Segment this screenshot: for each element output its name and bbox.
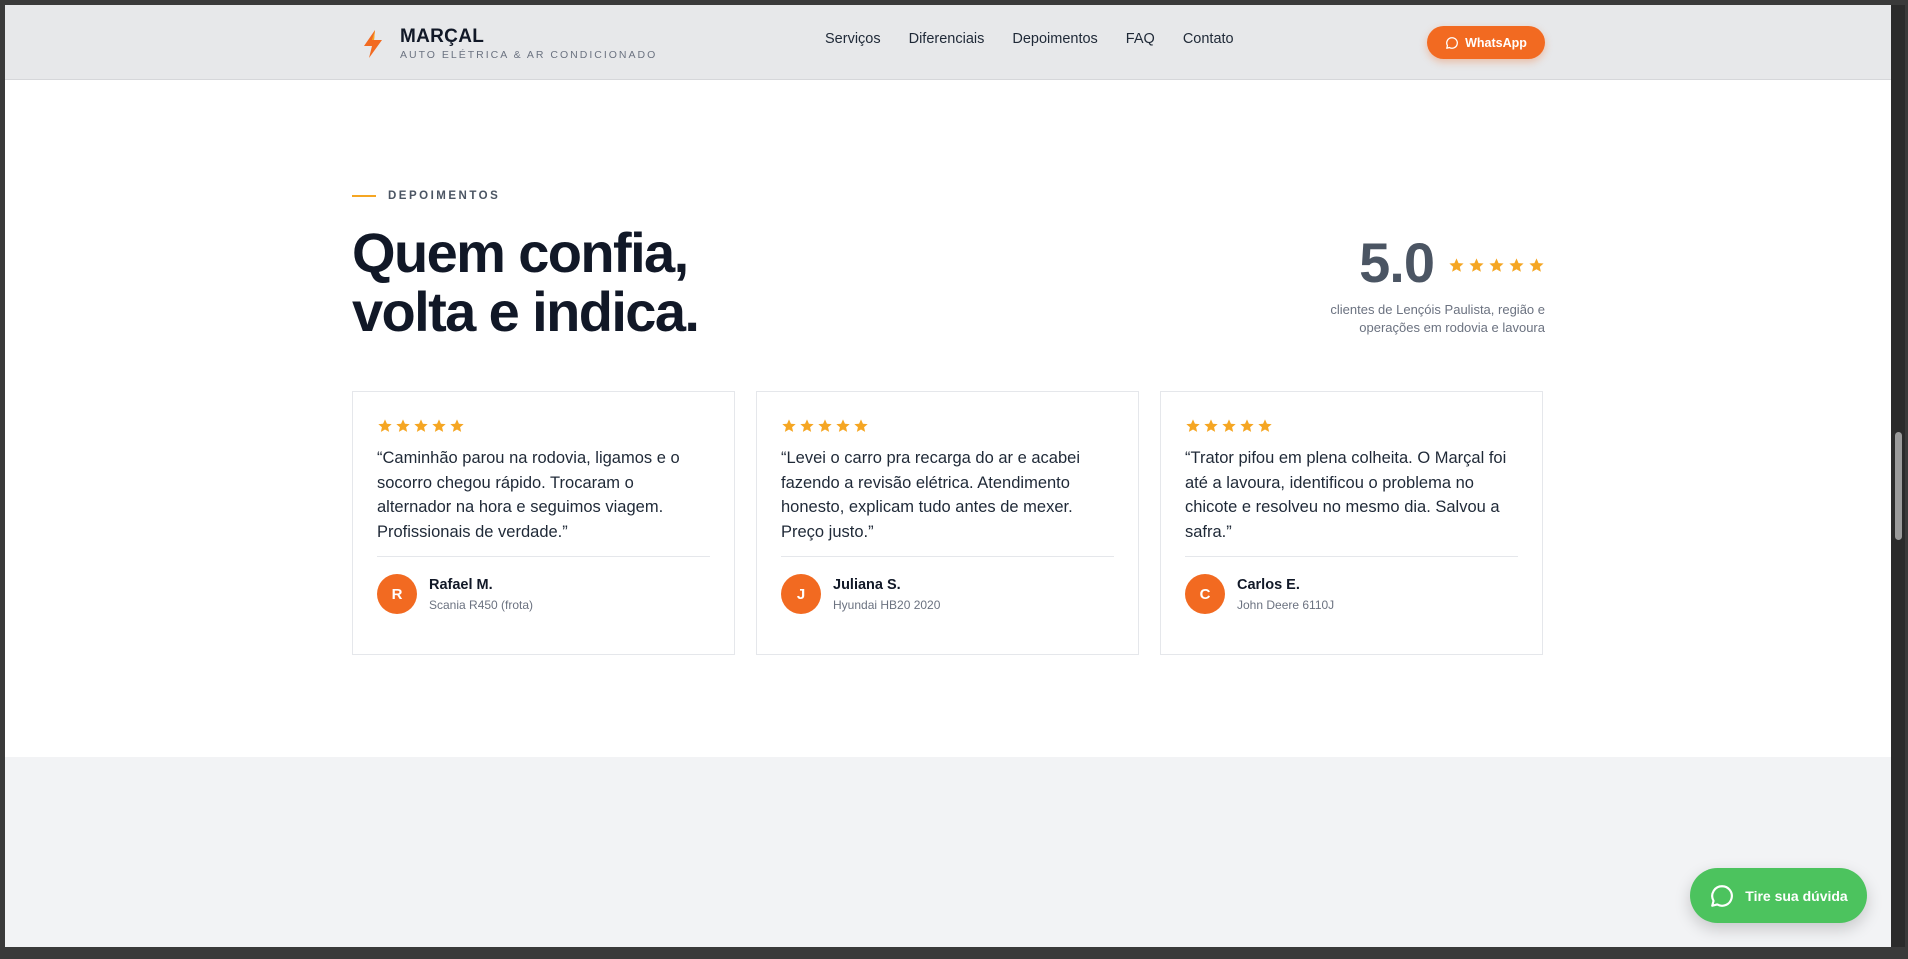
author-name: Carlos E. bbox=[1237, 576, 1300, 593]
card-stars bbox=[781, 418, 1114, 434]
star-icon bbox=[1489, 257, 1504, 272]
author-name: Juliana S. bbox=[833, 576, 901, 593]
author-vehicle: Hyundai HB20 2020 bbox=[833, 597, 941, 612]
chat-bubble-icon bbox=[1711, 884, 1734, 907]
testimonial-card: “Levei o carro pra recarga do ar e acabe… bbox=[756, 391, 1139, 655]
star-icon bbox=[1240, 419, 1254, 432]
testimonial-card: “Caminhão parou na rodovia, ligamos e o … bbox=[352, 391, 735, 655]
star-icon bbox=[1258, 419, 1272, 432]
star-icon bbox=[414, 419, 428, 432]
star-icon bbox=[432, 419, 446, 432]
author-vehicle: John Deere 6110J bbox=[1237, 597, 1335, 612]
brand-logo[interactable]: MARÇAL AUTO ELÉTRICA & AR CONDICIONADO bbox=[362, 27, 657, 61]
rating-summary: 5.0 clientes de Lençóis Paulista, região… bbox=[1255, 235, 1545, 337]
whatsapp-button-label: WhatsApp bbox=[1465, 35, 1527, 50]
star-icon bbox=[1186, 419, 1200, 432]
section-headline: Quem confia, volta e indica. bbox=[352, 221, 700, 343]
brand-tagline: AUTO ELÉTRICA & AR CONDICIONADO bbox=[400, 49, 658, 61]
eyebrow-line bbox=[352, 195, 376, 197]
star-icon bbox=[1222, 419, 1236, 432]
star-icon bbox=[450, 419, 464, 432]
bolt-icon bbox=[364, 30, 382, 58]
headline-line-1: Quem confia, bbox=[352, 221, 689, 284]
card-divider bbox=[377, 556, 710, 557]
card-stars bbox=[1185, 418, 1518, 434]
site-header: MARÇAL AUTO ELÉTRICA & AR CONDICIONADO S… bbox=[5, 5, 1891, 80]
card-divider bbox=[1185, 556, 1518, 557]
testimonial-author: R Rafael M. Scania R450 (frota) bbox=[377, 574, 710, 614]
next-section-background bbox=[5, 757, 1891, 947]
star-icon bbox=[1204, 419, 1218, 432]
testimonial-card: “Trator pifou em plena colheita. O Marça… bbox=[1160, 391, 1543, 655]
card-stars bbox=[377, 418, 710, 434]
author-vehicle: Scania R450 (frota) bbox=[429, 597, 534, 612]
page-scrollbar[interactable] bbox=[1891, 5, 1905, 947]
nav-depoimentos[interactable]: Depoimentos bbox=[1012, 31, 1097, 47]
star-icon bbox=[1469, 257, 1484, 272]
chat-bubble-icon bbox=[1446, 36, 1459, 49]
rating-caption-line-1: clientes de Lençóis Paulista, região e bbox=[1330, 302, 1545, 317]
rating-stars bbox=[1448, 257, 1545, 274]
avatar: J bbox=[781, 574, 821, 614]
whatsapp-button[interactable]: WhatsApp bbox=[1427, 26, 1545, 59]
testimonial-author: J Juliana S. Hyundai HB20 2020 bbox=[781, 574, 1114, 614]
main-nav: Serviços Diferenciais Depoimentos FAQ Co… bbox=[825, 31, 1234, 47]
testimonial-author: C Carlos E. John Deere 6110J bbox=[1185, 574, 1518, 614]
floating-whatsapp-button[interactable]: Tire sua dúvida bbox=[1690, 868, 1867, 923]
star-icon bbox=[378, 419, 392, 432]
author-name: Rafael M. bbox=[429, 576, 493, 593]
scrollbar-thumb[interactable] bbox=[1895, 432, 1902, 540]
nav-contato[interactable]: Contato bbox=[1183, 31, 1234, 47]
rating-value: 5.0 bbox=[1359, 231, 1435, 294]
nav-servicos[interactable]: Serviços bbox=[825, 31, 881, 47]
floating-button-label: Tire sua dúvida bbox=[1745, 887, 1848, 904]
star-icon bbox=[818, 419, 832, 432]
headline-line-2: volta e indica. bbox=[352, 280, 700, 343]
browser-viewport: MARÇAL AUTO ELÉTRICA & AR CONDICIONADO S… bbox=[5, 5, 1891, 947]
star-icon bbox=[854, 419, 868, 432]
star-icon bbox=[836, 419, 850, 432]
testimonial-quote: “Levei o carro pra recarga do ar e acabe… bbox=[781, 449, 1080, 541]
eyebrow-text: DEPOIMENTOS bbox=[388, 190, 501, 202]
nav-diferenciais[interactable]: Diferenciais bbox=[909, 31, 985, 47]
testimonial-quote: “Trator pifou em plena colheita. O Marça… bbox=[1185, 449, 1507, 541]
star-icon bbox=[396, 419, 410, 432]
brand-name: MARÇAL bbox=[400, 26, 485, 47]
card-divider bbox=[781, 556, 1114, 557]
testimonial-quote: “Caminhão parou na rodovia, ligamos e o … bbox=[377, 449, 680, 541]
star-icon bbox=[1509, 257, 1524, 272]
testimonial-list: “Caminhão parou na rodovia, ligamos e o … bbox=[352, 391, 1543, 655]
nav-faq[interactable]: FAQ bbox=[1126, 31, 1155, 47]
star-icon bbox=[1449, 257, 1464, 272]
avatar: R bbox=[377, 574, 417, 614]
star-icon bbox=[782, 419, 796, 432]
avatar: C bbox=[1185, 574, 1225, 614]
rating-caption: clientes de Lençóis Paulista, região e o… bbox=[1255, 301, 1545, 337]
star-icon bbox=[1529, 257, 1544, 272]
section-eyebrow: DEPOIMENTOS bbox=[352, 190, 500, 202]
rating-caption-line-2: operações em rodovia e lavoura bbox=[1359, 320, 1545, 335]
star-icon bbox=[800, 419, 814, 432]
